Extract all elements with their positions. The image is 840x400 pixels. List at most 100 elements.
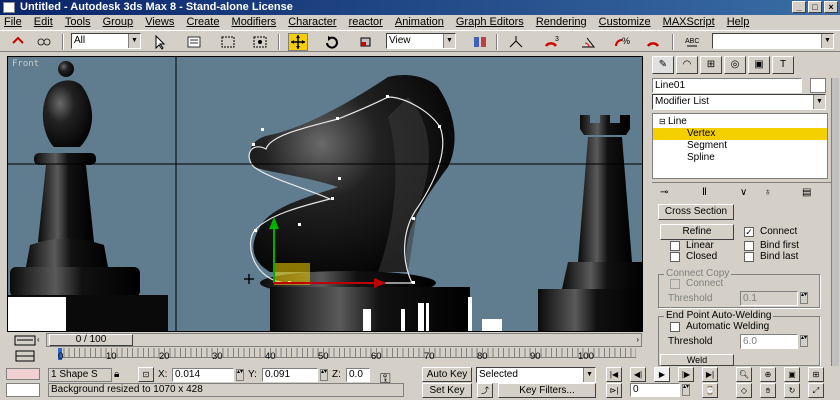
object-name-field[interactable]: Line01 — [652, 78, 802, 93]
z-coordinate-field[interactable]: 0.0 — [346, 368, 370, 382]
arc-rotate-icon[interactable]: ↻ — [784, 383, 800, 398]
maximize-button[interactable]: □ — [808, 1, 822, 13]
spinner-snap-icon[interactable] — [644, 33, 664, 51]
maxscript-listener-mini[interactable] — [6, 368, 40, 380]
menu-modifiers[interactable]: Modifiers — [232, 16, 277, 28]
hierarchy-tab-icon[interactable]: ⊞ — [700, 56, 722, 74]
pan-icon[interactable]: ✋︎ — [760, 383, 776, 398]
connect-checkbox[interactable]: ✓ — [744, 227, 754, 237]
move-icon[interactable] — [288, 33, 308, 51]
menu-create[interactable]: Create — [186, 16, 219, 28]
close-button[interactable]: × — [824, 1, 838, 13]
menu-group[interactable]: Group — [103, 16, 134, 28]
viewport-front[interactable]: Front — [7, 56, 643, 332]
make-unique-icon[interactable]: ∨ — [740, 187, 747, 199]
create-tab-icon[interactable]: ✎ — [652, 56, 674, 74]
weld-threshold-field[interactable]: 6.0 — [740, 334, 798, 349]
zoom-extents-all-icon[interactable]: ⊞ — [808, 367, 824, 382]
region-select-icon[interactable] — [218, 33, 238, 51]
connect-copy-checkbox[interactable] — [670, 279, 680, 289]
stack-item-vertex[interactable]: Vertex — [687, 128, 715, 140]
time-next-arrow-icon[interactable]: › — [636, 335, 639, 344]
zoom-extents-icon[interactable]: ▣ — [784, 367, 800, 382]
auto-key-button[interactable]: Auto Key — [422, 367, 472, 382]
cross-section-button[interactable]: Cross Section — [658, 204, 734, 220]
menu-graph-editors[interactable]: Graph Editors — [456, 16, 524, 28]
stack-root[interactable]: ⊟ Line — [659, 116, 687, 128]
frame-spinner[interactable]: ▴▾ — [682, 384, 690, 396]
bind-first-checkbox[interactable] — [744, 241, 754, 251]
stack-item-segment[interactable]: Segment — [687, 140, 727, 152]
menu-tools[interactable]: Tools — [65, 16, 91, 28]
weld-button[interactable]: Weld — [660, 354, 734, 366]
modifier-stack[interactable]: ⊟ Line Vertex Segment Spline — [652, 113, 828, 179]
menu-animation[interactable]: Animation — [395, 16, 444, 28]
mini-curve-editor-icon[interactable] — [14, 335, 36, 346]
maxscript-input[interactable] — [6, 383, 40, 397]
go-to-end-icon[interactable]: ▶| — [702, 367, 718, 382]
set-key-button[interactable]: Set Key — [422, 383, 472, 398]
y-spinner[interactable]: ▴▾ — [320, 369, 328, 381]
time-configuration-icon[interactable]: ⌚ — [702, 383, 718, 398]
previous-frame-icon[interactable]: ◀| — [630, 367, 646, 382]
stack-item-spline[interactable]: Spline — [687, 152, 715, 164]
connect-copy-threshold-field[interactable]: 0.1 — [740, 291, 798, 306]
reference-coordinate-dropdown[interactable]: View ▼ — [386, 33, 456, 49]
time-slider-thumb[interactable]: 0 / 100 — [49, 334, 133, 346]
select-object-icon[interactable] — [150, 33, 170, 51]
display-tab-icon[interactable]: ▣ — [748, 56, 770, 74]
select-by-name-icon[interactable] — [184, 33, 204, 51]
y-coordinate-field[interactable]: 0.091 — [262, 368, 318, 382]
key-mode-dropdown[interactable]: Selected ▼ — [476, 367, 596, 383]
weld-threshold-spinner[interactable]: ▴▾ — [800, 335, 808, 347]
menu-help[interactable]: Help — [727, 16, 750, 28]
closed-checkbox[interactable] — [670, 252, 680, 262]
menu-edit[interactable]: Edit — [34, 16, 53, 28]
x-coordinate-field[interactable]: 0.014 — [172, 368, 234, 382]
key-icon[interactable]: ⚿ — [380, 371, 391, 385]
percent-snap-icon[interactable]: % — [612, 33, 632, 51]
pin-stack-icon[interactable]: ⊸ — [660, 187, 668, 199]
maximize-viewport-icon[interactable]: ⤢ — [808, 383, 824, 398]
menu-views[interactable]: Views — [145, 16, 174, 28]
current-frame-field[interactable]: 0 — [630, 383, 680, 397]
scale-icon[interactable] — [356, 33, 376, 51]
rotate-icon[interactable] — [322, 33, 342, 51]
modifier-list-dropdown[interactable]: Modifier List ▼ — [652, 94, 826, 110]
go-to-start-icon[interactable]: |◀ — [606, 367, 622, 382]
show-end-result-icon[interactable]: Ⅱ — [702, 187, 707, 199]
menu-rendering[interactable]: Rendering — [536, 16, 587, 28]
menu-customize[interactable]: Customize — [599, 16, 651, 28]
viewport-label[interactable]: Front — [12, 59, 39, 69]
pivot-icon[interactable] — [470, 33, 490, 51]
key-filters-button[interactable]: Key Filters... — [498, 383, 596, 398]
refine-button[interactable]: Refine — [660, 224, 734, 240]
named-selection-sets-dropdown[interactable]: ▼ — [712, 33, 834, 49]
modify-tab-icon[interactable]: ◠ — [676, 56, 698, 74]
time-slider[interactable]: 0 / 100 ‹ › — [37, 333, 642, 347]
menu-reactor[interactable]: reactor — [349, 16, 383, 28]
menu-maxscript[interactable]: MAXScript — [663, 16, 715, 28]
lock-selection-icon[interactable]: 🔒︎ — [114, 369, 119, 381]
configure-sets-icon[interactable]: ▤ — [802, 187, 811, 199]
utilities-tab-icon[interactable]: T — [772, 56, 794, 74]
linear-checkbox[interactable] — [670, 241, 680, 251]
minimize-button[interactable]: _ — [792, 1, 806, 13]
named-selection-icon[interactable]: ABC — [682, 33, 702, 51]
window-crossing-icon[interactable] — [250, 33, 270, 51]
set-key-filter-icon[interactable]: ⤴ — [477, 383, 493, 398]
link-icon[interactable] — [34, 33, 54, 51]
next-frame-icon[interactable]: |▶ — [678, 367, 694, 382]
command-panel-scrollbar[interactable] — [831, 78, 839, 366]
remove-modifier-icon[interactable]: ♁ — [764, 187, 772, 199]
trackbar-toggle-icon[interactable] — [14, 350, 36, 362]
motion-tab-icon[interactable]: ◎ — [724, 56, 746, 74]
menu-file[interactable]: File — [4, 16, 22, 28]
menu-character[interactable]: Character — [288, 16, 336, 28]
axis-constraint-icon[interactable] — [506, 33, 526, 51]
absolute-mode-icon[interactable]: ⊡ — [138, 367, 154, 382]
object-color-swatch[interactable] — [810, 78, 826, 93]
connect-copy-threshold-spinner[interactable]: ▴▾ — [800, 292, 808, 304]
field-of-view-icon[interactable]: ◇ — [736, 383, 752, 398]
key-mode-toggle-icon[interactable]: ⊳| — [606, 383, 622, 398]
